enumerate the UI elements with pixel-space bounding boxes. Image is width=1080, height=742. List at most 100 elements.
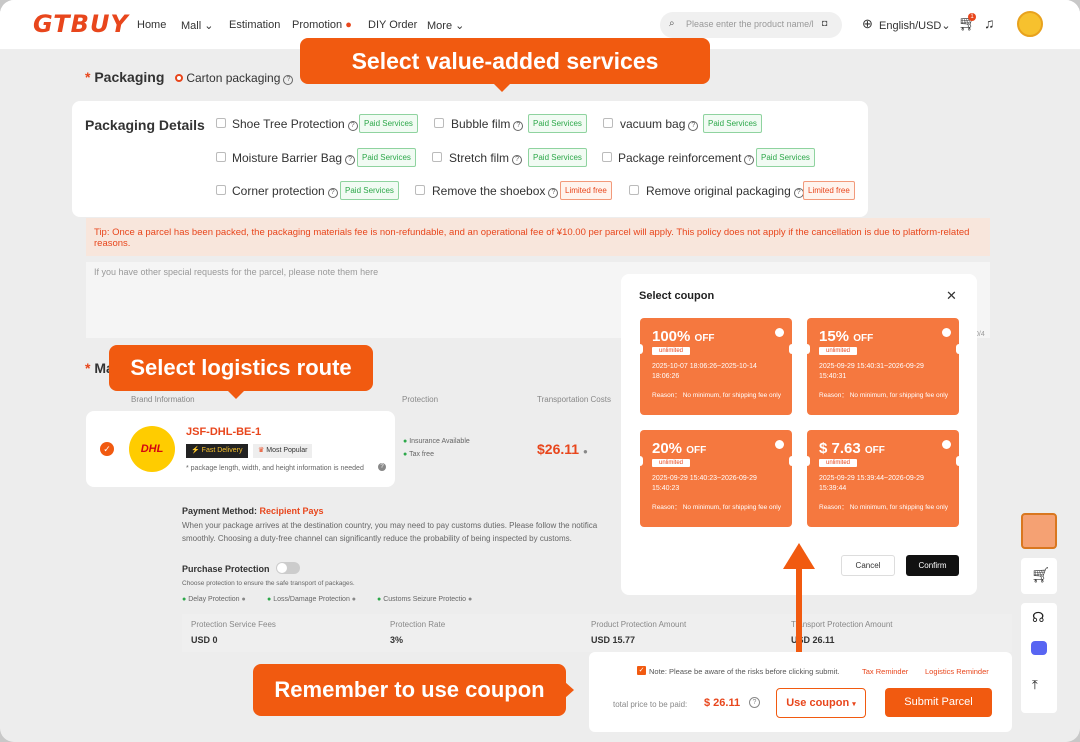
- cancel-button[interactable]: Cancel: [841, 555, 895, 576]
- coupon-off: OFF: [694, 333, 715, 344]
- up-arrow-head: [783, 543, 815, 569]
- stretch-film-checkbox[interactable]: [432, 152, 442, 162]
- vacuum-bag-checkbox[interactable]: [603, 118, 613, 128]
- avatar[interactable]: [1017, 11, 1043, 37]
- column-product-protection: Product Protection Amount: [591, 620, 687, 629]
- coupon-card[interactable]: 100% OFF unlimited 2025-10-07 18:06:26~2…: [637, 318, 795, 415]
- coupon-radio[interactable]: [775, 440, 784, 449]
- insurance-label: Insurance Available: [409, 438, 470, 445]
- limited-free-tag: Limited free: [803, 181, 855, 200]
- check-circle-icon: ●: [267, 596, 272, 603]
- camera-icon[interactable]: ◘: [822, 18, 827, 28]
- nav-diy-order[interactable]: DIY Order: [368, 19, 417, 31]
- coupon-reason: Reason： No minimum, for shipping fee onl…: [652, 504, 781, 511]
- coupon-dates: 2025-10-07 18:06:26~2025-10-14 18:06:26: [652, 363, 757, 380]
- coupon-radio[interactable]: [775, 328, 784, 337]
- bubble-film-checkbox[interactable]: [434, 118, 444, 128]
- coupon-off: OFF: [686, 445, 707, 456]
- corner-protection-option: Corner protection?: [232, 184, 338, 198]
- fast-delivery-badge: ⚡ Fast Delivery: [186, 444, 248, 458]
- remove-shoebox-checkbox[interactable]: [415, 185, 425, 195]
- payment-description-2: smoothly. Choosing a duty-free channel c…: [182, 534, 572, 543]
- purchase-protection-desc: Choose protection to ensure the safe tra…: [182, 580, 355, 587]
- logistics-reminder-link[interactable]: Logistics Reminder: [925, 667, 989, 676]
- confirm-button[interactable]: Confirm: [906, 555, 959, 576]
- nav-home[interactable]: Home: [137, 19, 166, 31]
- fire-icon: ●: [345, 19, 352, 31]
- help-icon: ?: [345, 155, 356, 165]
- coupon-card[interactable]: 15% OFF unlimited 2025-09-29 15:40:31~20…: [804, 318, 962, 415]
- dhl-logo: DHL: [129, 426, 175, 472]
- nav-more[interactable]: More ⌄: [427, 19, 464, 32]
- paid-services-tag: Paid Services: [340, 181, 399, 200]
- coupon-value: 15% OFF: [819, 328, 873, 345]
- paid-services-tag: Paid Services: [528, 148, 587, 167]
- callout-coupon: Remember to use coupon: [253, 664, 566, 716]
- tax-reminder-link[interactable]: Tax Reminder: [862, 667, 908, 676]
- coupon-amount: 100%: [652, 328, 691, 345]
- tv-widget-icon[interactable]: [1021, 513, 1057, 549]
- use-coupon-label: Use coupon: [786, 697, 850, 709]
- coupon-card[interactable]: 20% OFF unlimited 2025-09-29 15:40:23~20…: [637, 430, 795, 527]
- help-icon: ?: [327, 188, 338, 198]
- nav-promotion[interactable]: Promotion ●: [292, 19, 352, 31]
- column-service-fees: Protection Service Fees: [191, 620, 276, 629]
- loss-damage-protection: ● Loss/Damage Protection ●: [267, 596, 356, 603]
- nav-mall[interactable]: Mall ⌄: [181, 19, 213, 32]
- stretch-film-option: Stretch film?: [449, 151, 523, 165]
- modal-title: Select coupon: [639, 290, 715, 302]
- purchase-protection-toggle[interactable]: [276, 562, 300, 574]
- route-selected-check-icon[interactable]: ✓: [100, 442, 114, 456]
- coupon-value: $ 7.63 OFF: [819, 440, 885, 457]
- coupon-card[interactable]: $ 7.63 OFF unlimited 2025-09-29 15:39:44…: [804, 430, 962, 527]
- moisture-barrier-checkbox[interactable]: [216, 152, 226, 162]
- carton-packaging-radio[interactable]: Carton packaging?: [175, 71, 294, 85]
- submit-bar: ✓ Note: Please be aware of the risks bef…: [589, 652, 1012, 732]
- language-selector[interactable]: English/USD⌄: [879, 19, 951, 32]
- remove-original-packaging-checkbox[interactable]: [629, 185, 639, 195]
- bell-icon[interactable]: ♫︎: [984, 15, 995, 31]
- help-icon: ?: [688, 121, 699, 131]
- use-coupon-button[interactable]: Use coupon ▾: [776, 688, 866, 718]
- check-circle-icon: ●: [377, 596, 382, 603]
- most-popular-label: Most Popular: [266, 447, 308, 454]
- paid-services-tag: Paid Services: [528, 114, 587, 133]
- side-cart-icon[interactable]: 🛒︎: [1021, 558, 1057, 594]
- package-reinforcement-checkbox[interactable]: [602, 152, 612, 162]
- discord-icon[interactable]: [1031, 641, 1047, 655]
- risk-checkbox[interactable]: ✓: [637, 666, 646, 675]
- submit-parcel-button[interactable]: Submit Parcel: [885, 688, 992, 717]
- fast-delivery-label: Fast Delivery: [201, 447, 243, 454]
- search-bar[interactable]: ⌕ Please enter the product name/l... ◘: [660, 12, 842, 38]
- column-brand-info: Brand Information: [131, 395, 195, 404]
- headset-icon[interactable]: ☊: [1032, 609, 1044, 626]
- help-icon: ?: [744, 155, 755, 165]
- vacuum-bag-label: vacuum bag: [620, 117, 686, 131]
- help-icon: ?: [513, 121, 524, 131]
- logistics-route-card[interactable]: ✓ DHL JSF-DHL-BE-1 ⚡ Fast Delivery ♛ Mos…: [86, 411, 395, 487]
- coupon-off: OFF: [864, 445, 885, 456]
- coupon-radio[interactable]: [942, 328, 951, 337]
- nav-estimation[interactable]: Estimation: [229, 19, 280, 31]
- callout-arrow: [494, 84, 510, 92]
- coupon-limit: unlimited: [652, 347, 691, 355]
- chevron-down-icon: ⌄: [204, 20, 214, 32]
- shoe-tree-checkbox[interactable]: [216, 118, 226, 128]
- route-note: * package length, width, and height info…: [186, 465, 364, 472]
- close-icon[interactable]: ✕: [946, 288, 957, 304]
- back-to-top-icon[interactable]: ⤒: [1032, 677, 1038, 693]
- total-value: $ 26.11: [704, 697, 741, 709]
- bubble-film-label: Bubble film: [451, 117, 511, 131]
- required-mark: *: [85, 360, 95, 376]
- help-icon: ●: [351, 596, 357, 603]
- delay-protection: ● Delay Protection ●: [182, 596, 246, 603]
- coupon-limit: unlimited: [819, 459, 858, 467]
- paid-services-tag: Paid Services: [357, 148, 416, 167]
- corner-protection-checkbox[interactable]: [216, 185, 226, 195]
- gtbuy-logo[interactable]: GTBUY: [33, 10, 129, 38]
- packaging-label-text: Packaging: [94, 69, 165, 85]
- coupon-off: OFF: [853, 333, 874, 344]
- coupon-radio[interactable]: [942, 440, 951, 449]
- callout-arrow: [228, 391, 244, 399]
- remove-original-packaging-label: Remove original packaging: [646, 184, 791, 198]
